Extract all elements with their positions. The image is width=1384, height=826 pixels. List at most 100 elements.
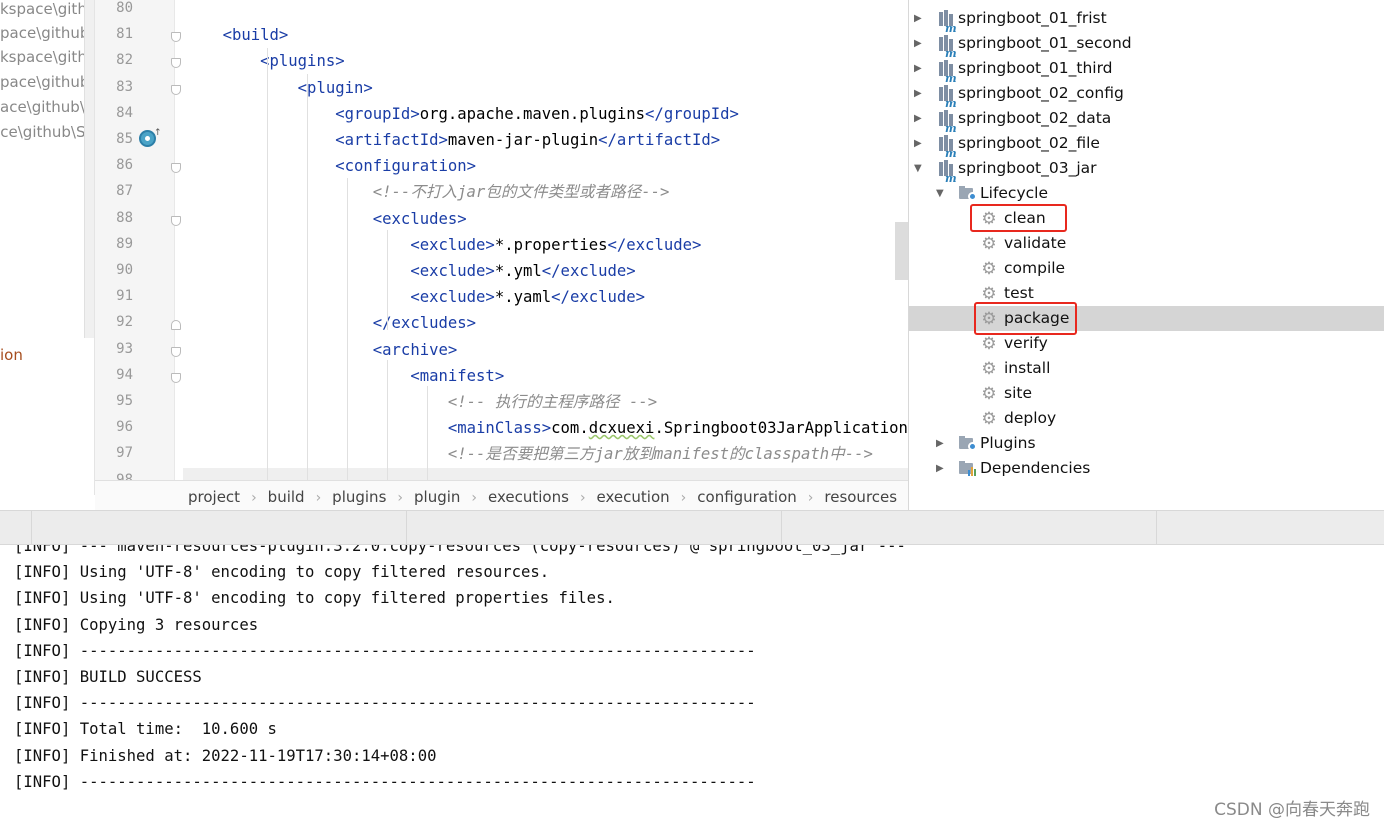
maven-module-springboot_01_frist[interactable]: ▶ m springboot_01_frist xyxy=(909,6,1384,35)
breadcrumb: project › build › plugins › plugin › executions ›… xyxy=(95,480,908,510)
breadcrumb-item[interactable]: plugin xyxy=(414,481,460,510)
breadcrumb-item[interactable]: plugins xyxy=(332,481,386,510)
maven-module-springboot_01_third[interactable]: ▶ m springboot_01_third xyxy=(909,56,1384,85)
collapsed-arrow-icon[interactable]: ▶ xyxy=(914,56,922,81)
line-number: 93 xyxy=(116,340,133,357)
xml-tag: </groupId> xyxy=(645,104,739,123)
lifecycle-goal-label: validate xyxy=(1004,234,1067,252)
line-number: 92 xyxy=(116,314,133,331)
project-scrollbar[interactable] xyxy=(84,0,94,338)
code-line[interactable]: <excludes> xyxy=(185,206,467,232)
maven-panel[interactable]: ▶ m springboot_01_frist ▶ m springboot_01_sec… xyxy=(908,0,1384,510)
collapsed-arrow-icon[interactable]: ▶ xyxy=(914,106,922,131)
xml-tag: <exclude> xyxy=(410,262,495,280)
horizontal-scrollbar[interactable] xyxy=(183,468,908,480)
code-line[interactable]: <plugin> xyxy=(185,75,373,101)
collapsed-arrow-icon[interactable]: ▶ xyxy=(936,456,944,481)
maven-module-springboot_03_jar[interactable]: ▼ m springboot_03_jar xyxy=(909,156,1384,185)
line-number: 82 xyxy=(116,52,133,69)
project-tree-item-fragment[interactable]: ion xyxy=(0,346,23,364)
lifecycle-goal-validate[interactable]: ⚙ validate xyxy=(909,231,1384,256)
breadcrumb-item[interactable]: execution xyxy=(597,481,670,510)
breadcrumb-item[interactable]: build xyxy=(268,481,305,510)
fold-marker[interactable] xyxy=(171,32,181,43)
collapsed-arrow-icon[interactable]: ▶ xyxy=(914,81,922,106)
code-line[interactable]: <artifactId>maven-jar-plugin</artifactId… xyxy=(185,127,720,153)
code-line[interactable]: <!--是否要把第三方jar放到manifest的classpath中--> xyxy=(185,441,873,467)
breadcrumb-separator: › xyxy=(397,490,403,506)
gear-icon: ⚙ xyxy=(981,259,997,279)
fold-marker[interactable] xyxy=(171,320,181,331)
xml-tag: </exclude> xyxy=(607,235,702,254)
maven-module-springboot_02_data[interactable]: ▶ m springboot_02_data xyxy=(909,106,1384,135)
code-line[interactable]: <!--不打入jar包的文件类型或者路径--> xyxy=(185,179,670,205)
annotation-highlight-package xyxy=(974,302,1077,335)
line-number: 98 xyxy=(116,471,133,480)
collapsed-arrow-icon[interactable]: ▶ xyxy=(936,431,944,456)
vertical-scrollbar-thumb[interactable] xyxy=(895,222,908,280)
code-line[interactable]: <exclude>*.yml</exclude> xyxy=(185,258,635,284)
breadcrumb-item[interactable]: project xyxy=(188,481,240,510)
project-tree-item[interactable]: kspace\github xyxy=(0,45,94,70)
line-number: 87 xyxy=(116,183,133,200)
breadcrumb-item[interactable]: configuration xyxy=(697,481,797,510)
code-line[interactable]: </excludes> xyxy=(185,310,476,336)
code-line[interactable]: <groupId>org.apache.maven.plugins</group… xyxy=(185,101,739,127)
collapsed-arrow-icon[interactable]: ▶ xyxy=(914,31,922,56)
maven-module-springboot_02_config[interactable]: ▶ m springboot_02_config xyxy=(909,81,1384,110)
maven-folder-plugins[interactable]: ▶ Plugins xyxy=(909,431,1384,456)
breadcrumb-item[interactable]: resources xyxy=(824,481,897,510)
fold-marker[interactable] xyxy=(171,163,181,174)
code-line[interactable]: <exclude>*.properties</exclude> xyxy=(185,232,701,258)
expanded-arrow-icon[interactable]: ▼ xyxy=(914,156,922,181)
collapsed-arrow-icon[interactable]: ▶ xyxy=(914,131,922,156)
project-tree-item[interactable]: ce\github\Sp xyxy=(0,120,94,145)
breadcrumb-item[interactable]: executions xyxy=(488,481,569,510)
project-tree-item[interactable]: ace\github\Sp xyxy=(0,95,94,120)
maven-module-springboot_02_file[interactable]: ▶ m springboot_02_file xyxy=(909,131,1384,160)
code-line[interactable]: <archive> xyxy=(185,337,458,363)
maven-module-springboot_01_second[interactable]: ▶ m springboot_01_second xyxy=(909,31,1384,60)
project-tree-item[interactable]: pace\github\S xyxy=(0,70,94,95)
code-line[interactable]: <!-- 执行的主程序路径 --> xyxy=(185,389,657,415)
lifecycle-goal-site[interactable]: ⚙ site xyxy=(909,381,1384,406)
code-line[interactable]: <configuration> xyxy=(185,153,476,179)
indent-guide xyxy=(387,230,388,330)
lifecycle-goal-compile[interactable]: ⚙ compile xyxy=(909,256,1384,281)
fold-marker[interactable] xyxy=(171,84,181,95)
fold-marker[interactable] xyxy=(171,372,181,383)
code-line[interactable]: <manifest> xyxy=(185,363,504,389)
expanded-arrow-icon[interactable]: ▼ xyxy=(936,181,944,206)
breadcrumb-separator: › xyxy=(680,490,687,506)
console-line: [INFO] ---------------------------------… xyxy=(14,641,756,660)
project-panel[interactable]: kspace\githu pace\github\S kspace\github… xyxy=(0,0,95,495)
lifecycle-goal-label: install xyxy=(1004,359,1051,377)
fold-marker[interactable] xyxy=(171,215,181,226)
code-line[interactable]: <build> xyxy=(185,22,289,48)
maven-folder-lifecycle[interactable]: ▼ Lifecycle xyxy=(909,181,1384,206)
console-line: [INFO] ---------------------------------… xyxy=(14,694,756,713)
collapsed-arrow-icon[interactable]: ▶ xyxy=(914,6,922,31)
lifecycle-goal-deploy[interactable]: ⚙ deploy xyxy=(909,406,1384,431)
project-tree-item[interactable]: kspace\githu xyxy=(0,0,94,22)
code-line[interactable]: <exclude>*.yaml</exclude> xyxy=(185,284,645,310)
code-line[interactable]: <mainClass>com.dcxuexi.Springboot03JarAp… xyxy=(185,415,908,441)
gear-icon: ⚙ xyxy=(981,384,997,404)
run-console-output[interactable]: [INFO] --- maven-resources-plugin:3.2.0:… xyxy=(0,545,1384,826)
run-gutter-icon[interactable]: ↑ xyxy=(139,128,162,147)
lifecycle-goal-label: compile xyxy=(1004,259,1066,277)
project-tree-item[interactable]: pace\github\S xyxy=(0,21,94,46)
lifecycle-goal-install[interactable]: ⚙ install xyxy=(909,356,1384,381)
gear-icon: ⚙ xyxy=(981,284,997,304)
maven-folder-dependencies[interactable]: ▶ Dependencies xyxy=(909,456,1384,481)
fold-marker[interactable] xyxy=(171,346,181,357)
fold-marker[interactable] xyxy=(171,58,181,69)
code-line[interactable]: <plugins> xyxy=(185,48,345,74)
xml-tag: <groupId> xyxy=(335,104,420,123)
code-editor[interactable]: 80 81 82 83 84 85 86 87 88 89 90 91 92 93 94 95 96 97 98 <… xyxy=(95,0,908,480)
maven-module-icon: m xyxy=(938,110,957,135)
